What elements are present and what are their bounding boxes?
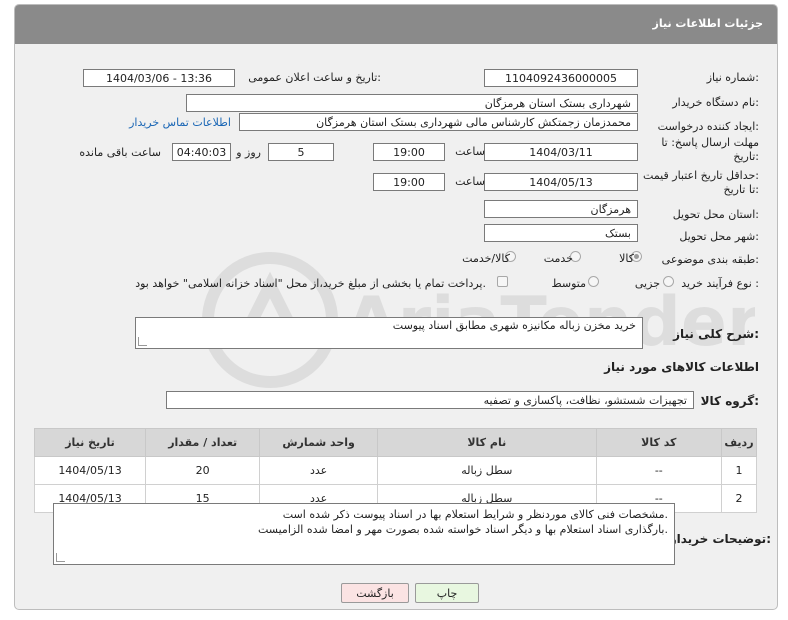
panel-title: جزئیات اطلاعات نیاز — [652, 17, 764, 30]
validity-time-field: 19:00 — [373, 173, 445, 191]
remaining-time-label: ساعت باقی مانده — [79, 146, 161, 159]
process-option-medium: متوسط — [551, 277, 586, 290]
need-details-panel: جزئیات اطلاعات نیاز AriaTender.net شماره… — [14, 4, 778, 610]
resize-grip-icon[interactable] — [138, 337, 147, 346]
announce-datetime-field: 1404/03/06 - 13:36 — [83, 69, 235, 87]
col-need-date: تاریخ نیاز — [33, 428, 147, 457]
process-option-minor: جزیی — [634, 277, 660, 290]
back-button[interactable]: بازگشت — [341, 583, 409, 603]
process-radio-medium[interactable] — [588, 276, 599, 287]
print-button[interactable]: چاپ — [415, 583, 479, 603]
resize-grip-icon[interactable] — [56, 553, 65, 562]
cell-row-number: 2 — [720, 484, 758, 513]
treasury-payment-checkbox[interactable] — [497, 276, 508, 287]
buyer-notes-line-1: مشخصات فنی کالای موردنظر و شرایط استعلام… — [282, 508, 668, 521]
remaining-time-field: 04:40:03 — [172, 143, 231, 161]
category-option-goods-service: کالا/خدمت — [462, 252, 510, 265]
buyer-field: شهرداری بستک استان هرمزگان — [186, 94, 638, 112]
validity-date-field: 1404/05/13 — [484, 173, 638, 191]
goods-table: تاریخ نیاز تعداد / مقدار واحد شمارش نام … — [33, 428, 758, 513]
panel-header: جزئیات اطلاعات نیاز — [15, 5, 777, 44]
description-label: شرح کلی نیاز: — [673, 327, 759, 341]
announce-label: تاریخ و ساعت اعلان عمومی: — [248, 71, 381, 84]
cell-quantity: 20 — [145, 456, 261, 485]
goods-group-label: گروه کالا: — [700, 394, 759, 408]
cell-item-name: سطل زباله — [376, 456, 597, 485]
buyer-notes-label: توضیحات خریدار: — [669, 532, 771, 546]
days-label: روز و — [236, 146, 261, 159]
description-text: خرید مخزن زباله مکانیزه شهری مطابق اسناد… — [392, 319, 636, 332]
deadline-date-field: 1404/03/11 — [484, 143, 638, 161]
buyer-notes-field: مشخصات فنی کالای موردنظر و شرایط استعلام… — [53, 503, 675, 565]
city-label: شهر محل تحویل: — [679, 230, 759, 243]
cell-item-code: -- — [595, 456, 722, 485]
goods-group-field: تجهیزات شستشو، نظافت، پاکسازی و تصفیه — [166, 391, 694, 409]
col-item-code: کد کالا — [595, 428, 722, 457]
city-field: بستک — [484, 224, 638, 242]
category-option-service: خدمت — [543, 252, 573, 265]
province-field: هرمزگان — [484, 200, 638, 218]
cell-need-date: 1404/05/13 — [33, 456, 147, 485]
process-radio-minor[interactable] — [663, 276, 674, 287]
buyer-label: نام دستگاه خریدار: — [672, 96, 759, 109]
deadline-label-date: تاریخ: — [733, 150, 759, 163]
process-label: نوع فرآیند خرید : — [681, 277, 759, 290]
goods-section-title: اطلاعات کالاهای مورد نیاز — [604, 360, 759, 374]
need-number-field: 1104092436000005 — [484, 69, 638, 87]
validity-time-label: ساعت — [455, 175, 485, 188]
col-row-number: ردیف — [720, 428, 758, 457]
category-option-goods: کالا — [619, 252, 634, 265]
deadline-label: مهلت ارسال پاسخ: تا — [661, 136, 759, 149]
requester-field: محمدزمان زجمتکش کارشناس مالی شهرداری بست… — [239, 113, 638, 131]
page: جزئیات اطلاعات نیاز AriaTender.net شماره… — [0, 0, 788, 620]
cell-row-number: 1 — [720, 456, 758, 485]
days-field: 5 — [268, 143, 334, 161]
category-label: طبقه بندی موضوعی: — [661, 253, 759, 266]
deadline-time-label: ساعت — [455, 145, 485, 158]
table-row: 1404/05/13 20 عدد سطل زباله -- 1 — [33, 456, 758, 485]
cell-unit: عدد — [259, 456, 378, 485]
buyer-notes-line-2: بارگذاری اسناد استعلام بها و دیگر اسناد … — [258, 523, 668, 536]
validity-label: حداقل تاریخ اعتبار قیمت: — [643, 169, 759, 182]
description-field: خرید مخزن زباله مکانیزه شهری مطابق اسناد… — [135, 317, 643, 349]
treasury-payment-note: پرداخت تمام یا بخشی از مبلغ خرید،از محل … — [135, 277, 486, 290]
requester-label: ایجاد کننده درخواست: — [657, 120, 759, 133]
buyer-contact-link[interactable]: اطلاعات تماس خریدار — [129, 116, 231, 129]
validity-label-date: تا تاریخ: — [723, 183, 759, 196]
col-item-name: نام کالا — [376, 428, 597, 457]
col-quantity: تعداد / مقدار — [145, 428, 261, 457]
deadline-time-field: 19:00 — [373, 143, 445, 161]
col-unit: واحد شمارش — [259, 428, 378, 457]
province-label: استان محل تحویل: — [672, 208, 759, 221]
need-number-label: شماره نیاز: — [706, 71, 759, 84]
table-header-row: تاریخ نیاز تعداد / مقدار واحد شمارش نام … — [33, 428, 758, 457]
